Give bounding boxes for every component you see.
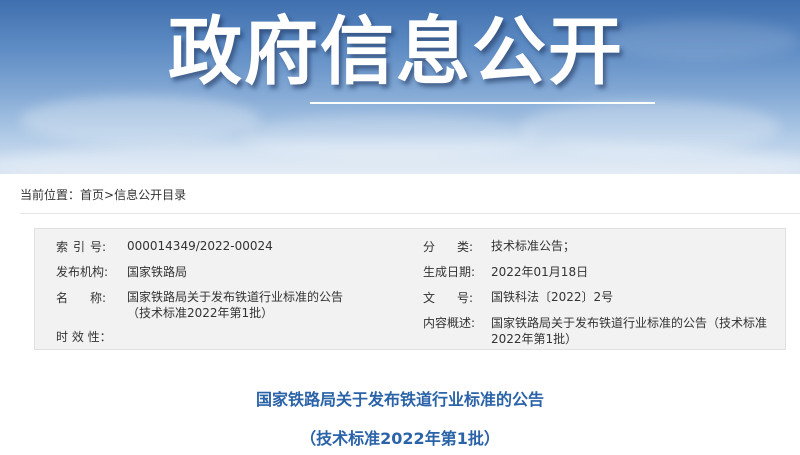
breadcrumb-catalog-link[interactable]: 信息公开目录 bbox=[114, 186, 186, 203]
banner-underline bbox=[310, 102, 655, 104]
banner-cloud bbox=[600, 20, 800, 60]
index-no-label-char: 引 bbox=[73, 240, 86, 254]
doc-no-value: 国铁科法〔2022〕2号 bbox=[491, 290, 614, 304]
banner-cloud bbox=[20, 95, 260, 145]
info-panel: 索 引 号: 000014349/2022-00024 分 类: 技术标准公告；… bbox=[34, 228, 786, 350]
date-value: 2022年01月18日 bbox=[491, 265, 589, 279]
category-label-char: 分 bbox=[423, 240, 436, 254]
document-title: 国家铁路局关于发布铁道行业标准的公告 bbox=[255, 390, 544, 409]
summary-label: 内容概述: bbox=[423, 316, 476, 330]
doc-no-label-char: 号: bbox=[457, 291, 474, 305]
breadcrumb-prefix: 当前位置： bbox=[20, 188, 81, 202]
doc-no-label: 文 号: bbox=[423, 289, 483, 305]
publisher-value: 国家铁路局 bbox=[127, 265, 188, 279]
name-value-line1: 国家铁路局关于发布铁道行业标准的公告 bbox=[127, 290, 344, 304]
date-label: 生成日期: bbox=[423, 265, 476, 279]
banner: 政府信息公开 bbox=[0, 0, 800, 174]
index-no-label-char: 索 bbox=[56, 240, 69, 254]
summary-value-line1: 国家铁路局关于发布铁道行业标准的公告（技术标准 bbox=[491, 316, 768, 330]
breadcrumb-home-link[interactable]: 首页 bbox=[80, 186, 104, 203]
banner-title: 政府信息公开 bbox=[168, 9, 624, 95]
name-label: 名 称: bbox=[56, 289, 116, 305]
breadcrumb-separator: > bbox=[104, 188, 115, 202]
index-no-label-char: 号: bbox=[90, 240, 107, 254]
category-value: 技术标准公告； bbox=[491, 239, 576, 253]
breadcrumb-divider bbox=[20, 213, 800, 214]
publisher-label: 发布机构: bbox=[56, 265, 109, 279]
breadcrumb: 当前位置：首页>信息公开目录 bbox=[20, 186, 186, 203]
category-label-char: 类: bbox=[457, 240, 474, 254]
validity-label: 时 效 性： bbox=[56, 330, 112, 344]
index-no-label: 索 引 号: bbox=[56, 238, 116, 254]
summary-value-line2: 2022年第1批） bbox=[491, 332, 578, 346]
doc-no-label-char: 文 bbox=[423, 291, 436, 305]
document-subtitle: （技术标准2022年第1批） bbox=[300, 429, 500, 448]
name-value-line2: （技术标准2022年第1批） bbox=[127, 306, 274, 320]
index-no-value: 000014349/2022-00024 bbox=[127, 239, 273, 253]
name-label-char: 称: bbox=[90, 291, 107, 305]
category-label: 分 类: bbox=[423, 238, 483, 254]
name-label-char: 名 bbox=[56, 291, 69, 305]
